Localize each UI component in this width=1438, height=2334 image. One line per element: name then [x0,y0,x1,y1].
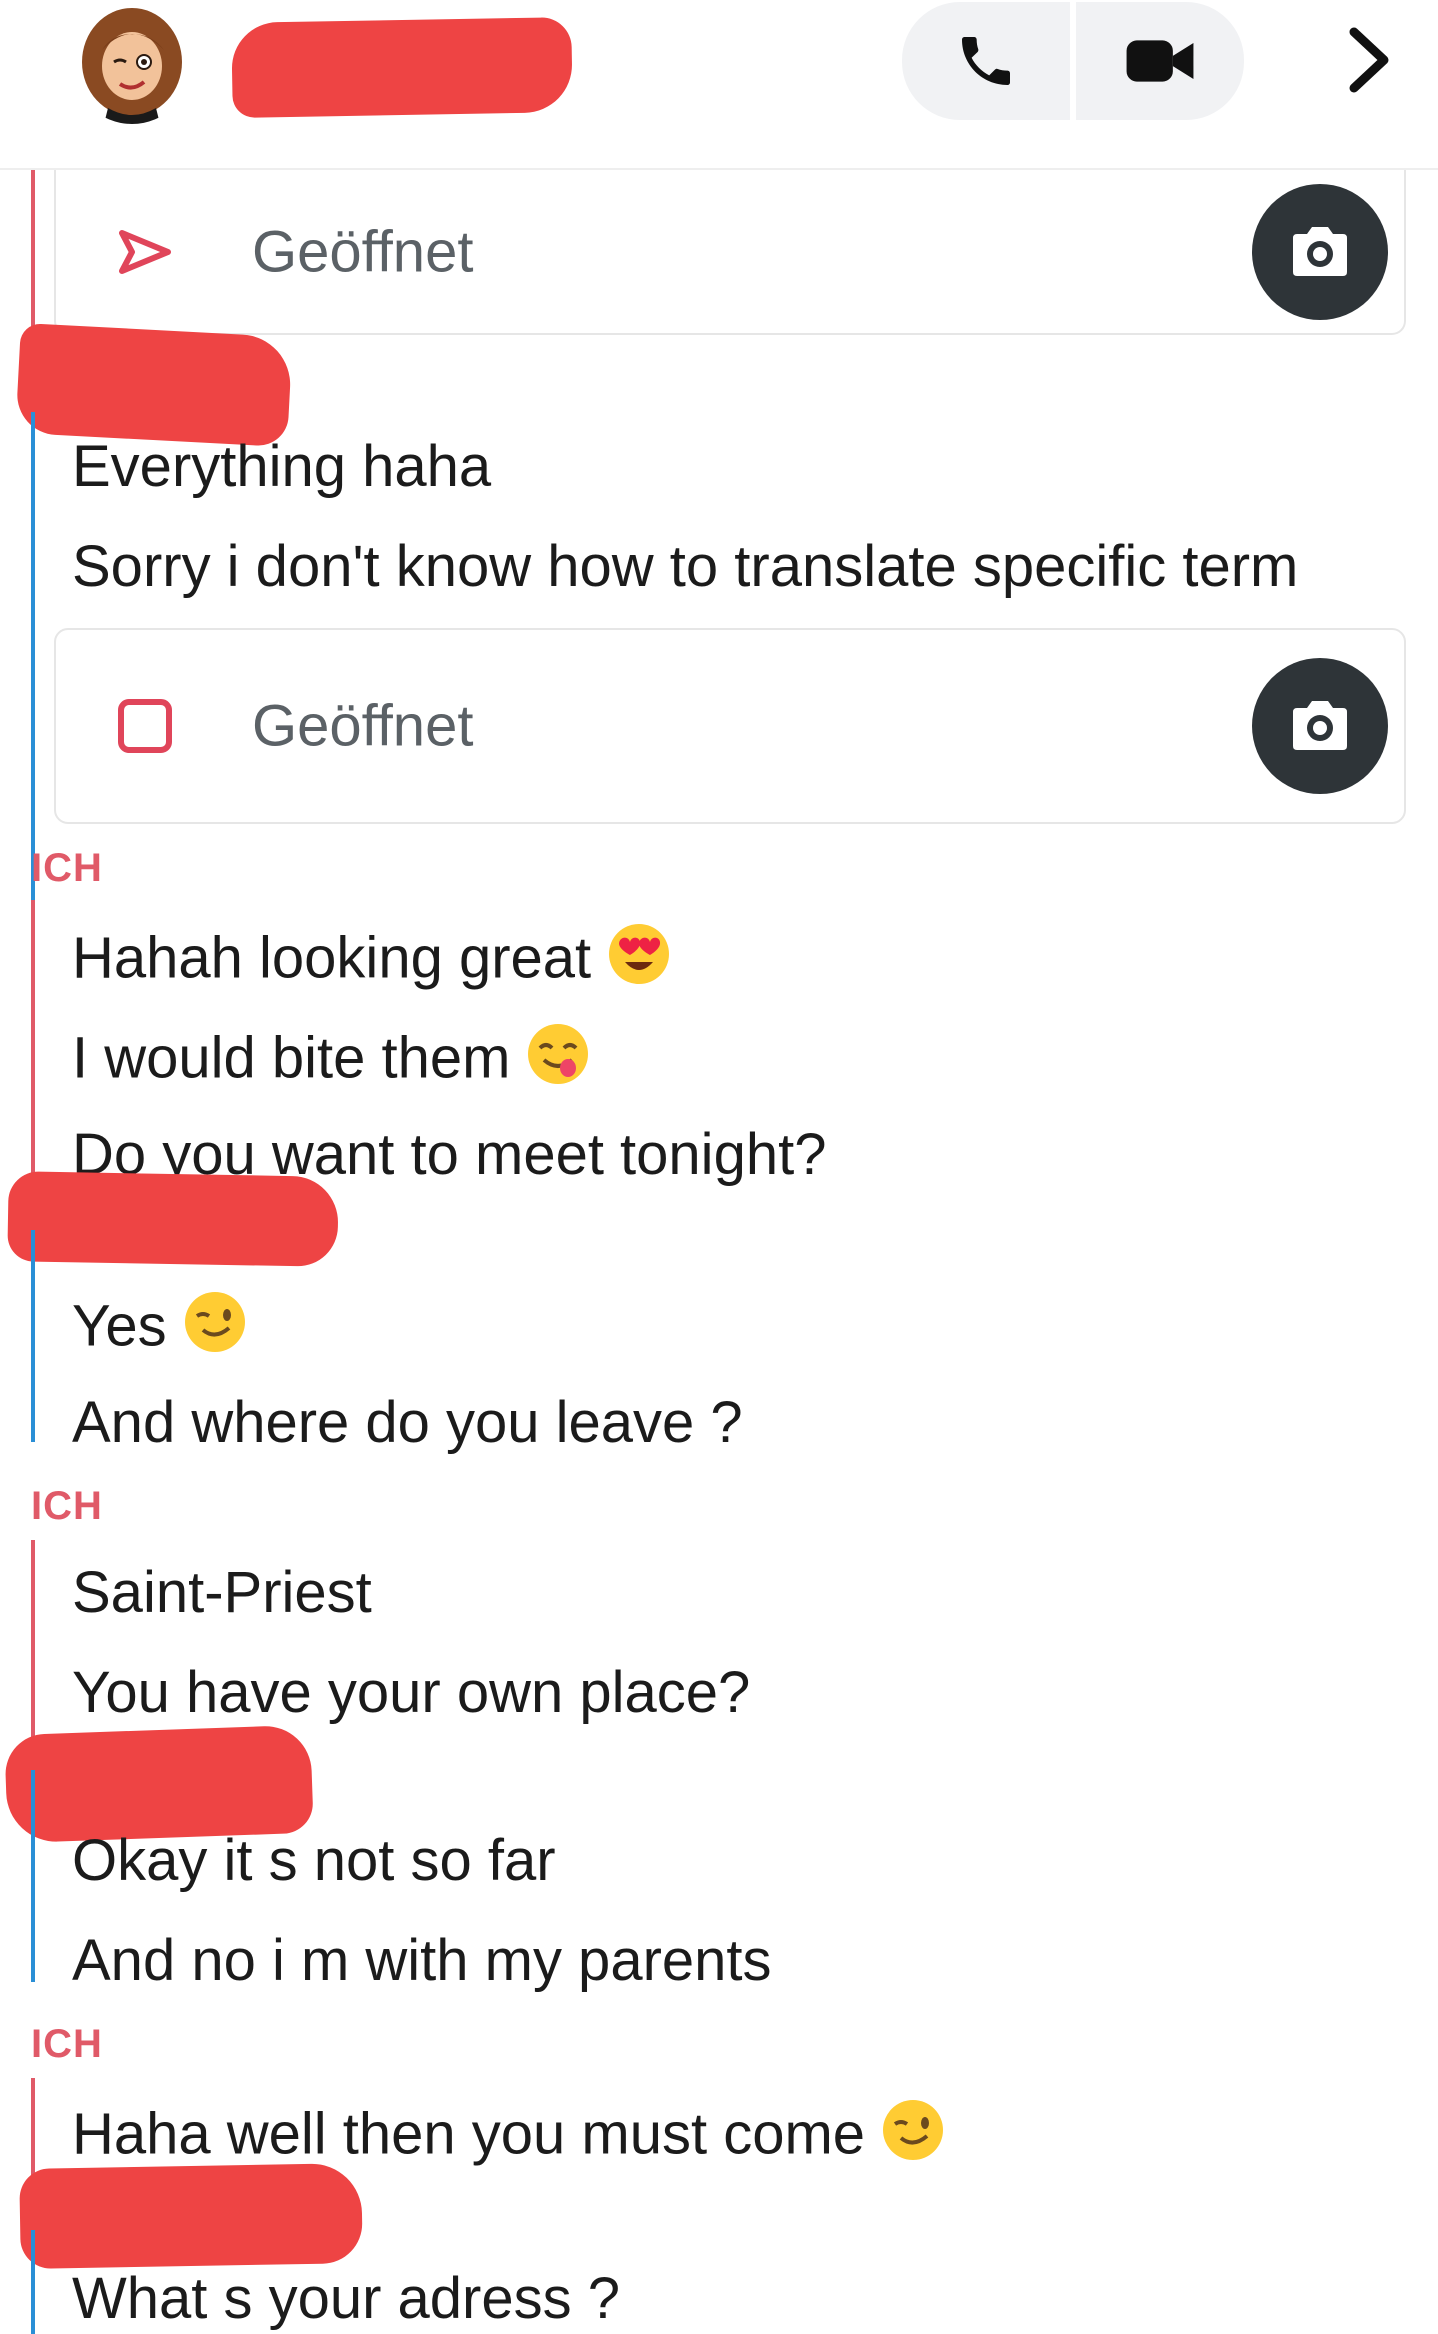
bitmoji-avatar[interactable] [72,4,192,124]
chat-message: And no i m with my parents [72,1928,772,1993]
chat-message: Hahah looking great [72,920,673,1004]
chat-message: Saint-Priest [72,1560,372,1625]
friend-name-redaction [231,17,573,118]
camera-reply-button[interactable] [1252,658,1388,794]
video-call-button[interactable] [1076,2,1244,120]
sent-arrow-outline-icon [119,229,171,274]
snap-status-label: Geöffnet [252,219,474,284]
chat-message: Everything haha [72,434,492,499]
camera-icon [1293,226,1347,276]
yum-face-emoji-icon [524,1020,592,1104]
friend-name-redaction [15,322,293,448]
chat-message: Yes [72,1288,249,1372]
snap-status-label: Geöffnet [252,693,474,759]
received-square-outline-icon [118,699,172,753]
snap-card-received[interactable]: Geöffnet [54,628,1406,824]
chat-header [0,0,1438,170]
friend-name-redaction [7,1171,339,1267]
chat-message: Sorry i don't know how to translate spec… [72,534,1299,599]
my-message-bar [31,170,35,335]
video-camera-icon [1126,40,1194,82]
chat-thread[interactable]: Geöffnet Everything haha Sorry i don't k… [0,170,1438,2334]
sender-label: ICH [31,2022,103,2066]
chat-message: I would bite them [72,1020,592,1104]
chat-message: You have your own place? [72,1660,751,1725]
chat-message: Okay it s not so far [72,1828,556,1893]
sender-label: ICH [31,846,103,890]
call-button[interactable] [902,2,1070,120]
chevron-right-icon[interactable] [1330,22,1406,98]
camera-icon [1293,701,1347,750]
heart-eyes-emoji-icon [605,920,673,1004]
friend-message-bar [31,2230,35,2334]
winking-face-emoji-icon [181,1288,249,1372]
chat-message: What s your adress ? [72,2266,620,2331]
friend-message-bar [31,1770,35,1982]
chat-message: And where do you leave ? [72,1390,743,1455]
my-message-bar [31,900,35,1190]
friend-name-redaction [19,2163,363,2269]
friend-message-bar [31,1230,35,1442]
phone-icon [962,37,1010,85]
sender-label: ICH [31,1484,103,1528]
winking-face-emoji-icon [879,2096,947,2180]
camera-reply-button[interactable] [1252,183,1388,320]
snap-card-sent[interactable]: Geöffnet [54,170,1406,335]
